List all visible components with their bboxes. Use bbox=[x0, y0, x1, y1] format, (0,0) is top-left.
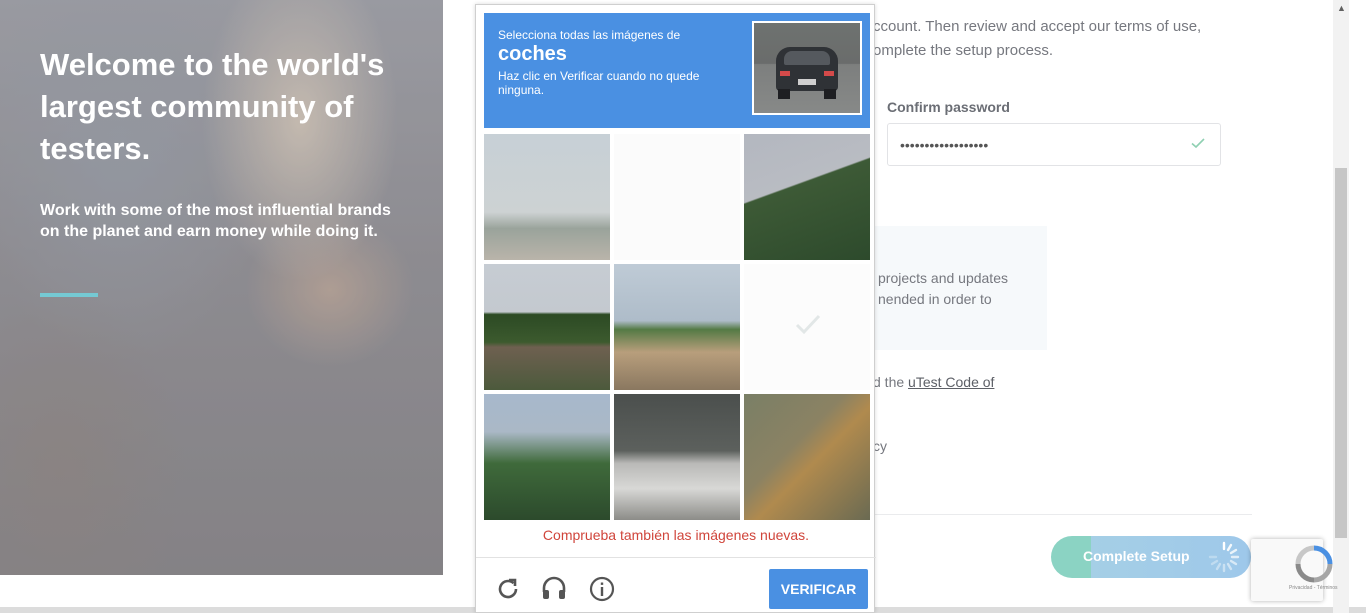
complete-setup-label: Complete Setup bbox=[1083, 548, 1190, 564]
code-of-conduct-link[interactable]: uTest Code of bbox=[908, 374, 994, 390]
captcha-error-message: Comprueba también las imágenes nuevas. bbox=[542, 527, 810, 543]
captcha-tile-selected[interactable] bbox=[744, 264, 870, 390]
form-divider bbox=[875, 514, 1252, 515]
recaptcha-terms-text[interactable]: Privacidad - Términos bbox=[1289, 585, 1338, 591]
headphones-icon[interactable] bbox=[540, 574, 568, 602]
tile-check-icon bbox=[795, 314, 821, 335]
form-intro-text: ccount. Then review and accept our terms… bbox=[873, 15, 1233, 63]
confirm-password-field[interactable]: •••••••••••••••••• bbox=[887, 123, 1221, 166]
hero-accent-rule bbox=[40, 293, 98, 297]
scroll-up-icon[interactable]: ▲ bbox=[1337, 3, 1346, 13]
captcha-sample-image bbox=[752, 21, 862, 115]
captcha-header: Selecciona todas las imágenes de coches … bbox=[484, 13, 870, 128]
form-intro-line: omplete the setup process. bbox=[873, 42, 1054, 59]
captcha-tile[interactable] bbox=[744, 394, 870, 520]
captcha-tile[interactable] bbox=[614, 134, 740, 260]
hero-panel: Welcome to the world's largest community… bbox=[0, 0, 443, 575]
info-line: projects and updates bbox=[878, 270, 1008, 286]
reload-icon[interactable] bbox=[494, 575, 522, 603]
captcha-prompt: Selecciona todas las imágenes de bbox=[498, 28, 681, 42]
captcha-tile[interactable] bbox=[614, 394, 740, 520]
captcha-tile[interactable] bbox=[614, 264, 740, 390]
form-intro-line: ccount. Then review and accept our terms… bbox=[873, 18, 1202, 35]
info-text: projects and updates nended in order to bbox=[878, 268, 1048, 310]
hero-subtitle: Work with some of the most influential b… bbox=[40, 202, 391, 240]
captcha-dialog: Selecciona todas las imágenes de coches … bbox=[475, 4, 876, 613]
captcha-tile[interactable] bbox=[484, 394, 610, 520]
verify-button[interactable]: VERIFICAR bbox=[769, 569, 868, 609]
hero-title: Welcome to the world's largest community… bbox=[40, 47, 385, 166]
confirm-password-label: Confirm password bbox=[887, 99, 1010, 115]
terms-prefix: d the bbox=[873, 374, 909, 390]
captcha-target: coches bbox=[498, 43, 567, 65]
scrollbar-thumb[interactable] bbox=[1335, 168, 1347, 538]
spinner-icon bbox=[1208, 541, 1240, 573]
recaptcha-logo-icon bbox=[1295, 545, 1333, 583]
captcha-tile[interactable] bbox=[484, 264, 610, 390]
check-icon bbox=[1191, 138, 1205, 149]
captcha-footer-divider bbox=[476, 557, 876, 558]
captcha-tile[interactable] bbox=[744, 134, 870, 260]
terms-agreement-text: d the uTest Code of bbox=[873, 374, 994, 390]
privacy-policy-text: cy bbox=[873, 438, 887, 454]
info-line: nended in order to bbox=[878, 291, 992, 307]
captcha-tile[interactable] bbox=[484, 134, 610, 260]
captcha-instruction: Haz clic en Verificar cuando no quede ni… bbox=[498, 69, 700, 97]
info-icon[interactable] bbox=[588, 575, 616, 603]
